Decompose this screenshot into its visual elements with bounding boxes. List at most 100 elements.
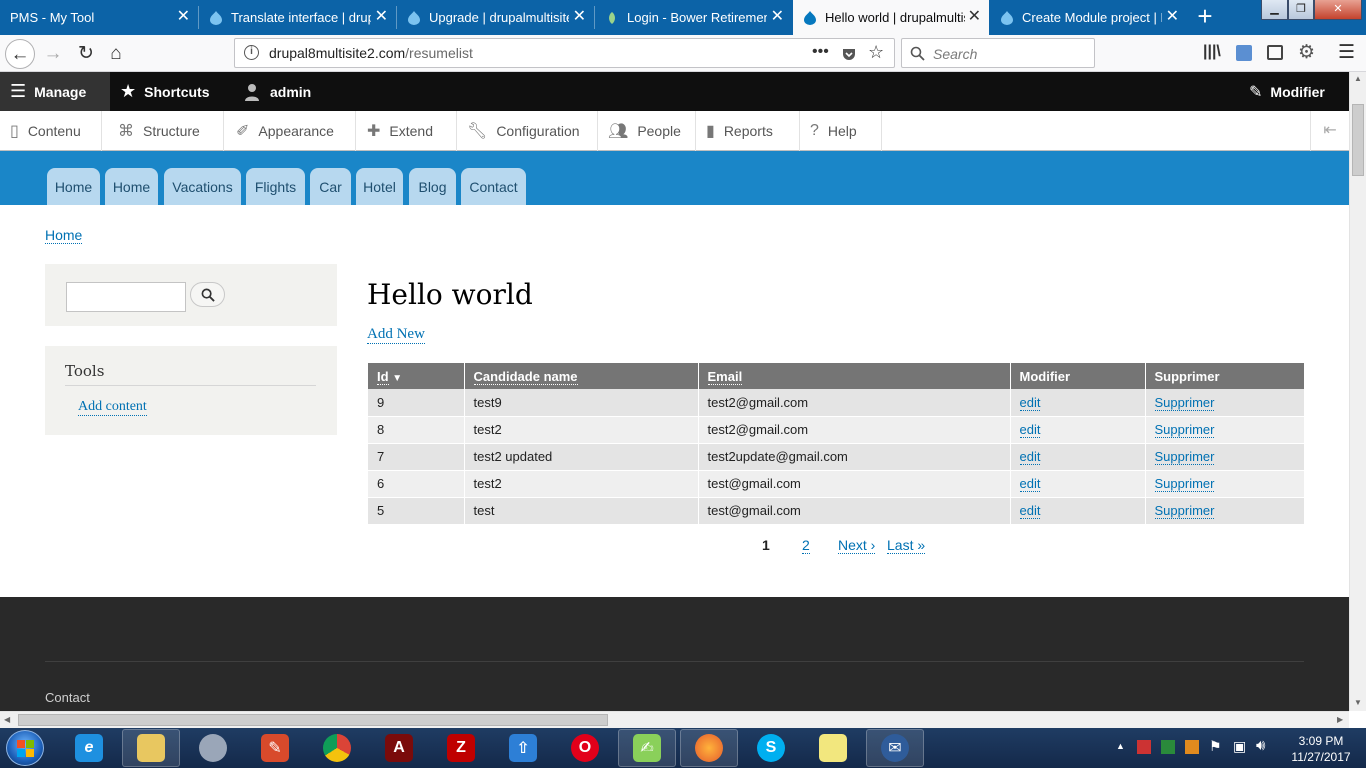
add-content-link[interactable]: Add content: [78, 399, 147, 416]
scroll-left-icon[interactable]: ◀: [4, 715, 10, 724]
library-icon[interactable]: |||\: [1203, 43, 1221, 61]
tray-item-help[interactable]: ? Help: [800, 111, 882, 151]
taskbar-paint[interactable]: ✎: [246, 729, 304, 767]
browser-tab[interactable]: Login - Bower Retirement ✕: [595, 0, 792, 35]
tray-item-structure[interactable]: ⌘ Structure: [108, 111, 224, 151]
sidebar-search-input[interactable]: [66, 282, 186, 312]
delete-link[interactable]: Supprimer: [1154, 503, 1215, 519]
site-nav-vacations[interactable]: Vacations: [164, 168, 241, 205]
taskbar-chrome[interactable]: [308, 729, 366, 767]
delete-link[interactable]: Supprimer: [1154, 449, 1215, 465]
edit-link[interactable]: edit: [1019, 422, 1041, 438]
maximize-button[interactable]: ❐: [1288, 0, 1314, 20]
taskbar-clock[interactable]: 3:09 PM 11/27/2017: [1280, 733, 1362, 765]
tray-item-configuration[interactable]: 🔧︎ Configuration: [457, 111, 598, 151]
url-bar[interactable]: i drupal8multisite2.com/resumelist ••• ☆: [234, 38, 895, 68]
delete-link[interactable]: Supprimer: [1154, 422, 1215, 438]
taskbar-upload-tool[interactable]: ⇧: [494, 729, 552, 767]
edit-link[interactable]: edit: [1019, 394, 1041, 411]
info-icon[interactable]: i: [244, 45, 259, 60]
browser-tab[interactable]: PMS - My Tool ✕: [0, 0, 198, 35]
tray-icon[interactable]: [1137, 740, 1151, 754]
pocket-icon[interactable]: [841, 46, 857, 62]
taskbar-filezilla[interactable]: Z: [432, 729, 490, 767]
back-button[interactable]: ←: [5, 39, 35, 69]
vertical-scrollbar[interactable]: ▲ ▼: [1349, 72, 1366, 711]
collapse-tray-icon[interactable]: ⇤: [1310, 111, 1349, 151]
site-nav-home[interactable]: Home: [47, 168, 100, 205]
tray-icon[interactable]: [1161, 740, 1175, 754]
column-header-id[interactable]: Id ▼: [368, 363, 464, 389]
bookmark-star-icon[interactable]: ☆: [868, 42, 884, 63]
page-actions-icon[interactable]: •••: [812, 43, 829, 61]
tray-icon[interactable]: [1185, 740, 1199, 754]
add-new-link[interactable]: Add New: [367, 326, 425, 344]
delete-link[interactable]: Supprimer: [1154, 394, 1215, 411]
breadcrumb-home-link[interactable]: Home: [45, 227, 83, 244]
tray-item-appearance[interactable]: ✐ Appearance: [226, 111, 356, 151]
scroll-right-icon[interactable]: ▶: [1337, 715, 1343, 724]
close-icon[interactable]: ✕: [1166, 9, 1179, 25]
taskbar-firefox[interactable]: [680, 729, 738, 767]
forward-button[interactable]: →: [38, 39, 68, 69]
toolbar-modifier[interactable]: ✎ Modifier: [1249, 72, 1325, 111]
minimize-button[interactable]: ▁: [1261, 0, 1288, 20]
taskbar-acrobat[interactable]: A: [370, 729, 428, 767]
edit-link[interactable]: edit: [1019, 449, 1041, 465]
search-bar[interactable]: Search: [901, 38, 1095, 68]
toolbar-shortcuts[interactable]: ★ Shortcuts: [120, 72, 209, 111]
new-tab-button[interactable]: +: [1192, 3, 1218, 31]
pager-next[interactable]: Next ›: [838, 537, 876, 554]
taskbar-chrome-app[interactable]: [184, 729, 242, 767]
horizontal-scrollbar[interactable]: ◀ ▶: [0, 711, 1349, 728]
footer-contact-link[interactable]: Contact: [45, 690, 90, 705]
site-nav-blog[interactable]: Blog: [409, 168, 456, 205]
close-icon[interactable]: ✕: [968, 9, 981, 25]
site-nav-home[interactable]: Home: [105, 168, 158, 205]
tray-item-extend[interactable]: ✚ Extend: [357, 111, 457, 151]
start-button[interactable]: [6, 730, 44, 766]
browser-tab-active[interactable]: Hello world | drupalmultisi ✕: [793, 0, 989, 35]
screenshot-icon[interactable]: [1236, 45, 1252, 61]
column-header-email[interactable]: Email: [697, 363, 1010, 389]
toolbar-manage[interactable]: ☰ Manage: [0, 72, 110, 111]
toolbar-user[interactable]: admin: [243, 72, 311, 111]
home-button[interactable]: ⌂: [101, 39, 131, 69]
sidebar-icon[interactable]: [1267, 45, 1283, 60]
close-icon[interactable]: ✕: [177, 9, 190, 25]
delete-link[interactable]: Supprimer: [1154, 476, 1215, 492]
window-close-button[interactable]: ✕: [1314, 0, 1362, 20]
close-icon[interactable]: ✕: [771, 9, 784, 25]
browser-tab[interactable]: Upgrade | drupalmultisite2 ✕: [397, 0, 594, 35]
taskbar-thunderbird[interactable]: ✉: [866, 729, 924, 767]
tray-item-contenu[interactable]: ▯ Contenu: [0, 111, 102, 151]
show-hidden-icons[interactable]: ▲: [1116, 741, 1125, 751]
pager-page-2[interactable]: 2: [802, 537, 810, 554]
network-icon[interactable]: ▣: [1233, 738, 1246, 755]
action-center-flag-icon[interactable]: ⚑: [1209, 738, 1222, 755]
reload-button[interactable]: ↻: [71, 39, 101, 69]
edit-link[interactable]: edit: [1019, 476, 1041, 492]
scroll-up-icon[interactable]: ▲: [1354, 74, 1362, 83]
browser-tab[interactable]: Create Module project | Dr ✕: [990, 0, 1187, 35]
site-nav-car[interactable]: Car: [310, 168, 351, 205]
taskbar-internet-explorer[interactable]: e: [60, 729, 118, 767]
close-icon[interactable]: ✕: [573, 9, 586, 25]
extension-gear-icon[interactable]: ⚙: [1298, 41, 1315, 64]
edit-link[interactable]: edit: [1019, 503, 1041, 519]
tray-item-people[interactable]: 👥︎ People: [598, 111, 696, 151]
vertical-scroll-thumb[interactable]: [1352, 104, 1364, 176]
menu-icon[interactable]: ☰: [1338, 41, 1355, 64]
browser-tab[interactable]: Translate interface | drupa ✕: [199, 0, 396, 35]
taskbar-file-explorer[interactable]: [122, 729, 180, 767]
pager-last[interactable]: Last »: [887, 537, 926, 554]
tray-item-reports[interactable]: ▮ Reports: [696, 111, 800, 151]
site-nav-flights[interactable]: Flights: [246, 168, 305, 205]
taskbar-skype[interactable]: S: [742, 729, 800, 767]
scroll-down-icon[interactable]: ▼: [1354, 698, 1362, 707]
volume-icon[interactable]: 🔊︎: [1256, 737, 1265, 754]
close-icon[interactable]: ✕: [375, 9, 388, 25]
sidebar-search-button[interactable]: [190, 282, 225, 307]
column-header-name[interactable]: Candidade name: [463, 363, 698, 389]
taskbar-sticky-notes[interactable]: [804, 729, 862, 767]
